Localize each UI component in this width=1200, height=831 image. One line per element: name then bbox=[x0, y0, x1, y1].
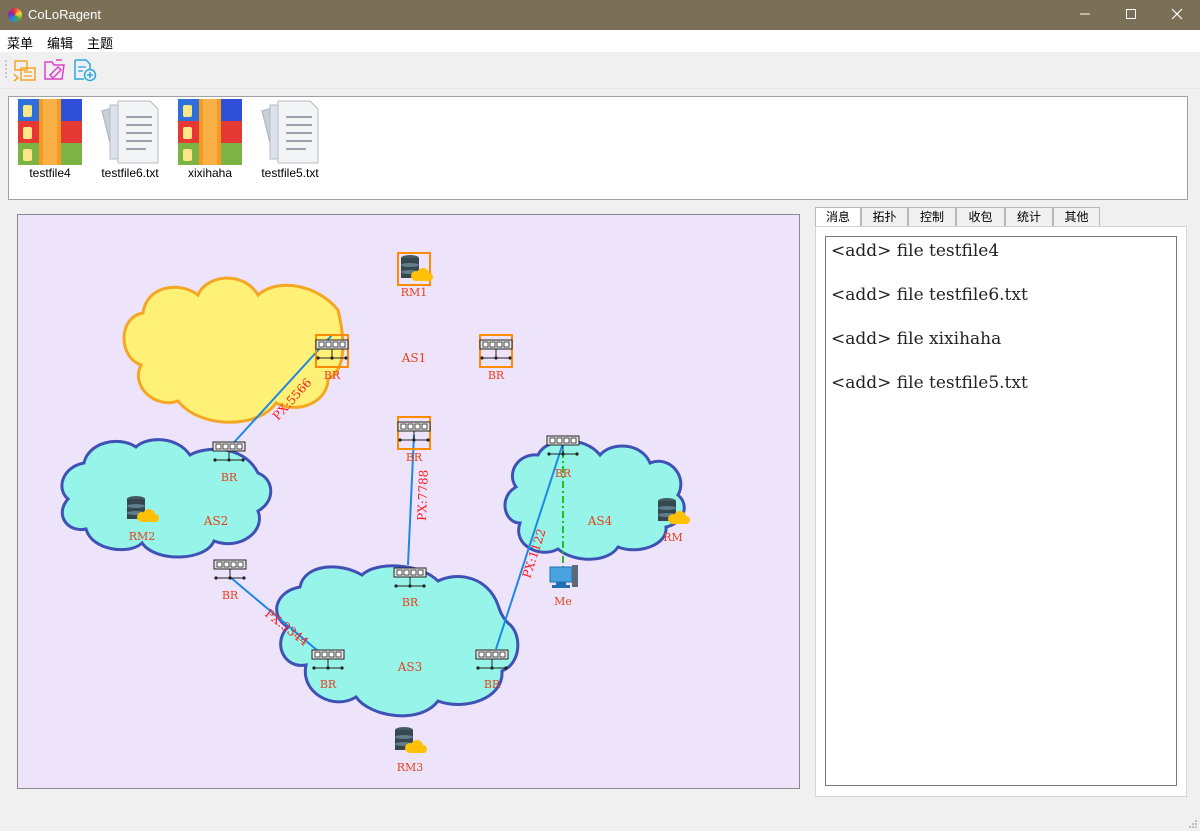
me-label: Me bbox=[554, 595, 572, 608]
as1-br-right[interactable]: BR bbox=[479, 334, 513, 382]
menu-item-main[interactable]: 菜单 bbox=[7, 33, 33, 52]
file-item[interactable]: testfile4 bbox=[11, 99, 89, 189]
archive-icon bbox=[18, 99, 82, 165]
open-folder-icon bbox=[13, 60, 36, 82]
file-item[interactable]: testfile5.txt bbox=[251, 99, 329, 189]
file-name: testfile6.txt bbox=[101, 166, 159, 180]
rm4-label: RM bbox=[663, 531, 683, 544]
file-item[interactable]: testfile6.txt bbox=[91, 99, 169, 189]
br-label: BR bbox=[222, 589, 239, 602]
computer-icon bbox=[549, 565, 578, 588]
as-label: AS1 bbox=[401, 351, 427, 365]
me-node[interactable]: Me bbox=[549, 565, 578, 608]
br-label: BR bbox=[320, 678, 337, 691]
rm2-label: RM2 bbox=[129, 530, 156, 543]
file-item[interactable]: xixihaha bbox=[171, 99, 249, 189]
tab-statistics[interactable]: 统计 bbox=[1005, 207, 1053, 226]
maximize-icon bbox=[1126, 9, 1136, 19]
close-button[interactable] bbox=[1154, 0, 1200, 30]
br-label: BR bbox=[406, 451, 423, 464]
title-bar: CoLoRagent bbox=[0, 0, 1200, 30]
file-list-panel: testfile4 testfile6.txt xixihaha testfil… bbox=[8, 96, 1188, 200]
br-label: BR bbox=[484, 678, 501, 691]
tab-other[interactable]: 其他 bbox=[1053, 207, 1100, 226]
toolbar bbox=[0, 52, 1200, 89]
file-name: testfile5.txt bbox=[261, 166, 319, 180]
rm3-label: RM3 bbox=[397, 761, 424, 774]
window-title: CoLoRagent bbox=[28, 7, 101, 22]
message-log[interactable]: <add> file testfile4 <add> file testfile… bbox=[825, 236, 1177, 786]
br-label: BR bbox=[402, 596, 419, 609]
resize-grip-icon[interactable] bbox=[1188, 819, 1198, 829]
close-icon bbox=[1171, 8, 1183, 20]
maximize-button[interactable] bbox=[1108, 0, 1154, 30]
rm1-node[interactable]: RM1 bbox=[397, 252, 433, 299]
message-line: <add> file testfile6.txt bbox=[831, 285, 1028, 305]
open-folder-button[interactable] bbox=[12, 57, 38, 83]
br-label: BR bbox=[555, 467, 572, 480]
rm3-node[interactable]: RM3 bbox=[395, 727, 427, 774]
tab-packets[interactable]: 收包 bbox=[956, 207, 1005, 226]
message-line: <add> file testfile5.txt bbox=[831, 373, 1028, 393]
as3-cloud bbox=[275, 564, 520, 718]
file-name: xixihaha bbox=[187, 166, 233, 180]
topology-graph: PX:5566 PX:7788 PX:3344 PX:1122 AS1 AS2 … bbox=[60, 252, 690, 774]
as1-br-bottom[interactable]: BR bbox=[397, 416, 431, 464]
link-label: PX:7788 bbox=[415, 469, 431, 521]
file-name: testfile4 bbox=[29, 166, 71, 180]
as1-cloud bbox=[122, 276, 345, 424]
add-file-button[interactable] bbox=[72, 57, 98, 83]
menu-bar: 菜单 编辑 主题 bbox=[0, 30, 1200, 52]
menu-item-edit[interactable]: 编辑 bbox=[47, 33, 73, 52]
toolbar-grip-icon bbox=[5, 60, 7, 78]
message-line: <add> file testfile4 bbox=[831, 241, 1000, 261]
tab-bar: 消息 拓扑 控制 收包 统计 其他 bbox=[815, 207, 1185, 227]
add-file-icon bbox=[74, 59, 97, 82]
br-label: BR bbox=[221, 471, 238, 484]
text-doc-icon bbox=[261, 100, 319, 164]
app-icon bbox=[8, 8, 22, 22]
as-label: AS4 bbox=[587, 514, 613, 528]
edit-file-button[interactable] bbox=[42, 57, 68, 83]
text-doc-icon bbox=[101, 100, 159, 164]
tab-control[interactable]: 控制 bbox=[908, 207, 956, 226]
tab-messages[interactable]: 消息 bbox=[815, 207, 861, 227]
as-label: AS2 bbox=[203, 514, 229, 528]
minimize-icon bbox=[1080, 13, 1090, 15]
menu-item-theme[interactable]: 主题 bbox=[87, 33, 113, 52]
archive-icon bbox=[178, 99, 242, 165]
as2-br-bottom[interactable]: BR bbox=[213, 559, 247, 602]
tab-topology[interactable]: 拓扑 bbox=[861, 207, 908, 226]
rm1-label: RM1 bbox=[401, 286, 428, 299]
topology-canvas[interactable]: PX:5566 PX:7788 PX:3344 PX:1122 AS1 AS2 … bbox=[17, 214, 800, 789]
as-label: AS3 bbox=[397, 660, 423, 674]
br-label: BR bbox=[488, 369, 505, 382]
message-line: <add> file xixihaha bbox=[831, 329, 1002, 349]
br-label: BR bbox=[324, 369, 341, 382]
minimize-button[interactable] bbox=[1062, 0, 1108, 30]
edit-file-icon bbox=[44, 59, 65, 80]
as2-cloud bbox=[60, 438, 273, 559]
